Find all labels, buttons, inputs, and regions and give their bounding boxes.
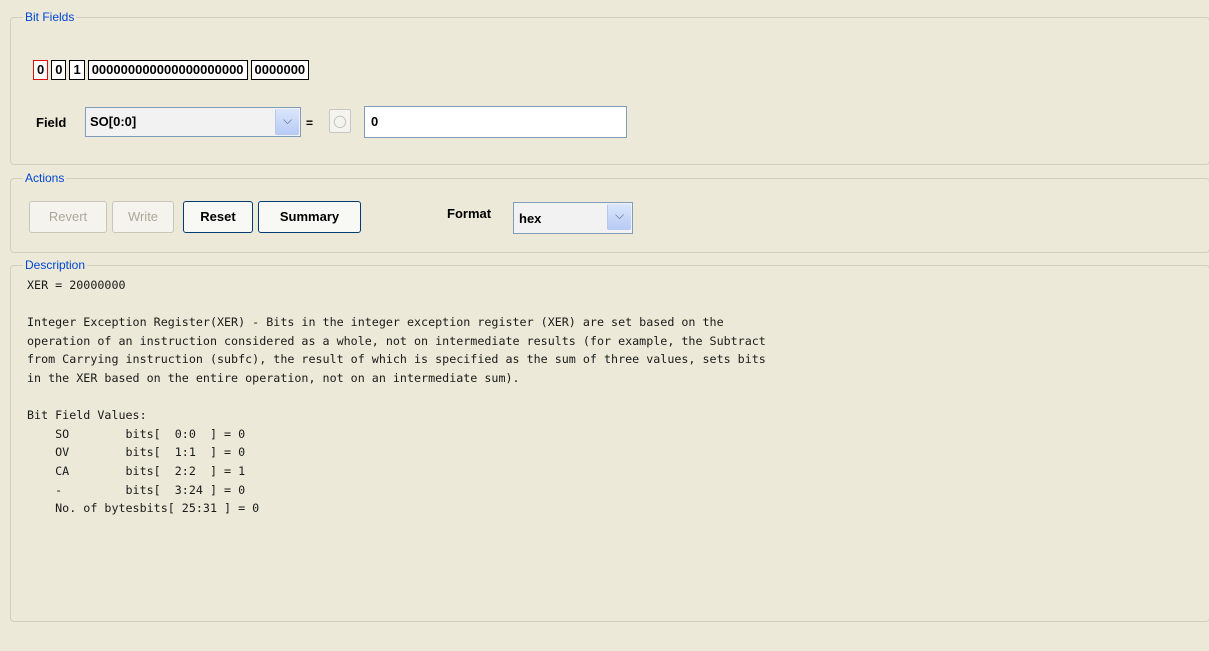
bit-field-reserved[interactable]: 000000000000000000000 [87, 60, 248, 80]
bit-field-so[interactable]: 0 [33, 60, 49, 80]
chevron-down-icon: ⌵ [283, 113, 293, 127]
format-select[interactable]: hex ⌵ [513, 202, 633, 234]
reset-button[interactable]: Reset [183, 201, 253, 233]
bit-field-ov[interactable]: 0 [51, 60, 67, 80]
field-label: Field [36, 115, 67, 130]
write-button[interactable]: Write [112, 201, 174, 233]
chevron-down-icon: ⌵ [615, 208, 625, 222]
format-label: Format [447, 206, 492, 221]
bit-fields-legend: Bit Fields [25, 10, 75, 24]
equals-sign: = [306, 116, 314, 130]
description-legend: Description [25, 258, 86, 272]
lightbulb-icon[interactable]: ◯ [329, 109, 351, 133]
revert-button[interactable]: Revert [29, 201, 107, 233]
description-text: XER = 20000000 Integer Exception Registe… [27, 278, 766, 516]
bit-field-strip: 0 0 1 000000000000000000000 0000000 [33, 60, 312, 80]
format-dropdown-button[interactable]: ⌵ [607, 204, 631, 230]
field-select-value: SO[0:0] [90, 114, 137, 129]
bit-field-no-of-bytes[interactable]: 0000000 [250, 60, 310, 80]
field-value-input[interactable]: 0 [364, 106, 627, 138]
field-select[interactable]: SO[0:0] ⌵ [85, 107, 301, 137]
bit-field-ca[interactable]: 1 [69, 60, 85, 80]
format-select-value: hex [519, 211, 542, 226]
field-dropdown-button[interactable]: ⌵ [275, 109, 299, 135]
actions-legend: Actions [25, 171, 65, 185]
summary-button[interactable]: Summary [258, 201, 361, 233]
bit-fields-group: Bit Fields [10, 10, 1209, 165]
